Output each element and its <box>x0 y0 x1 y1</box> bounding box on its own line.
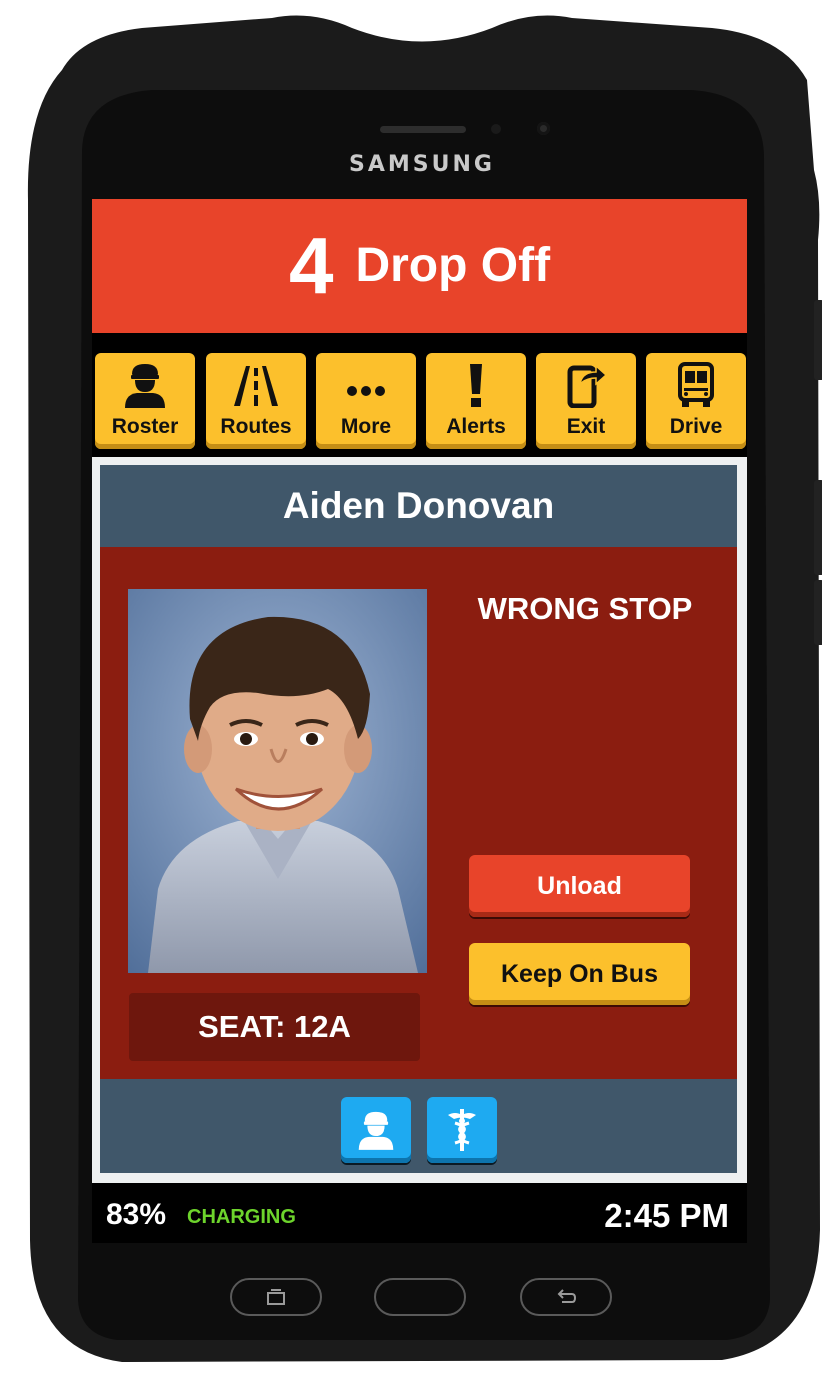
routes-label: Routes <box>220 415 292 438</box>
more-button[interactable]: More <box>316 353 416 449</box>
toolbar: Roster Routes More Alerts Exit Drive <box>92 333 747 455</box>
road-icon <box>234 366 278 406</box>
drive-label: Drive <box>669 415 723 438</box>
student-card: Aiden Donovan SEAT: 12A WRONG STOP Unloa… <box>100 465 737 1173</box>
medical-info-button[interactable] <box>427 1097 497 1163</box>
camera-icon <box>537 122 550 135</box>
phone-exit-icon <box>567 364 608 408</box>
student-card-frame: Aiden Donovan SEAT: 12A WRONG STOP Unloa… <box>92 457 747 1183</box>
clock: 2:45 PM <box>604 1197 729 1234</box>
student-name: Aiden Donovan <box>282 485 555 526</box>
student-actions-bar <box>100 1079 737 1173</box>
page-title: Drop Off <box>355 239 551 292</box>
routes-button[interactable]: Routes <box>206 353 306 449</box>
roster-label: Roster <box>111 415 179 438</box>
stop-number: 4 <box>288 221 334 310</box>
home-key[interactable] <box>374 1278 466 1316</box>
battery-level: 83% <box>106 1198 167 1231</box>
seat-badge: SEAT: 12A <box>129 993 420 1061</box>
exit-label: Exit <box>566 415 606 438</box>
exclamation-icon <box>470 364 482 407</box>
roster-button[interactable]: Roster <box>95 353 195 449</box>
drive-button[interactable]: Drive <box>646 353 746 449</box>
bus-icon <box>678 362 714 407</box>
alerts-button[interactable]: Alerts <box>426 353 526 449</box>
keep-on-bus-button[interactable]: Keep On Bus <box>469 943 690 1005</box>
alerts-label: Alerts <box>446 415 506 438</box>
charging-status: CHARGING <box>187 1206 296 1228</box>
more-label: More <box>340 415 392 438</box>
app-screen: 4 Drop Off Roster Routes More Alerts Exi… <box>92 199 747 1243</box>
medical-caduceus-icon <box>448 1109 476 1151</box>
unload-button[interactable]: Unload <box>469 855 690 917</box>
recent-apps-key[interactable] <box>230 1278 322 1316</box>
ellipsis-icon <box>347 386 385 396</box>
exit-button[interactable]: Exit <box>536 353 636 449</box>
status-bar: 83% CHARGING 2:45 PM <box>92 1183 747 1243</box>
sensor-icon <box>491 124 501 134</box>
recent-apps-icon <box>267 1289 285 1305</box>
student-contact-button[interactable] <box>341 1097 411 1163</box>
driver-icon <box>125 364 165 408</box>
driver-icon <box>358 1111 394 1150</box>
status-label: WRONG STOP <box>477 591 693 626</box>
back-icon <box>557 1289 577 1303</box>
student-photo <box>128 589 427 973</box>
student-detail-panel: SEAT: 12A WRONG STOP Unload Keep On Bus <box>100 547 737 1079</box>
stop-header: 4 Drop Off <box>92 199 747 333</box>
brand-logo: SAMSUNG <box>349 152 495 177</box>
back-key[interactable] <box>520 1278 612 1316</box>
speaker-grille <box>380 126 466 133</box>
